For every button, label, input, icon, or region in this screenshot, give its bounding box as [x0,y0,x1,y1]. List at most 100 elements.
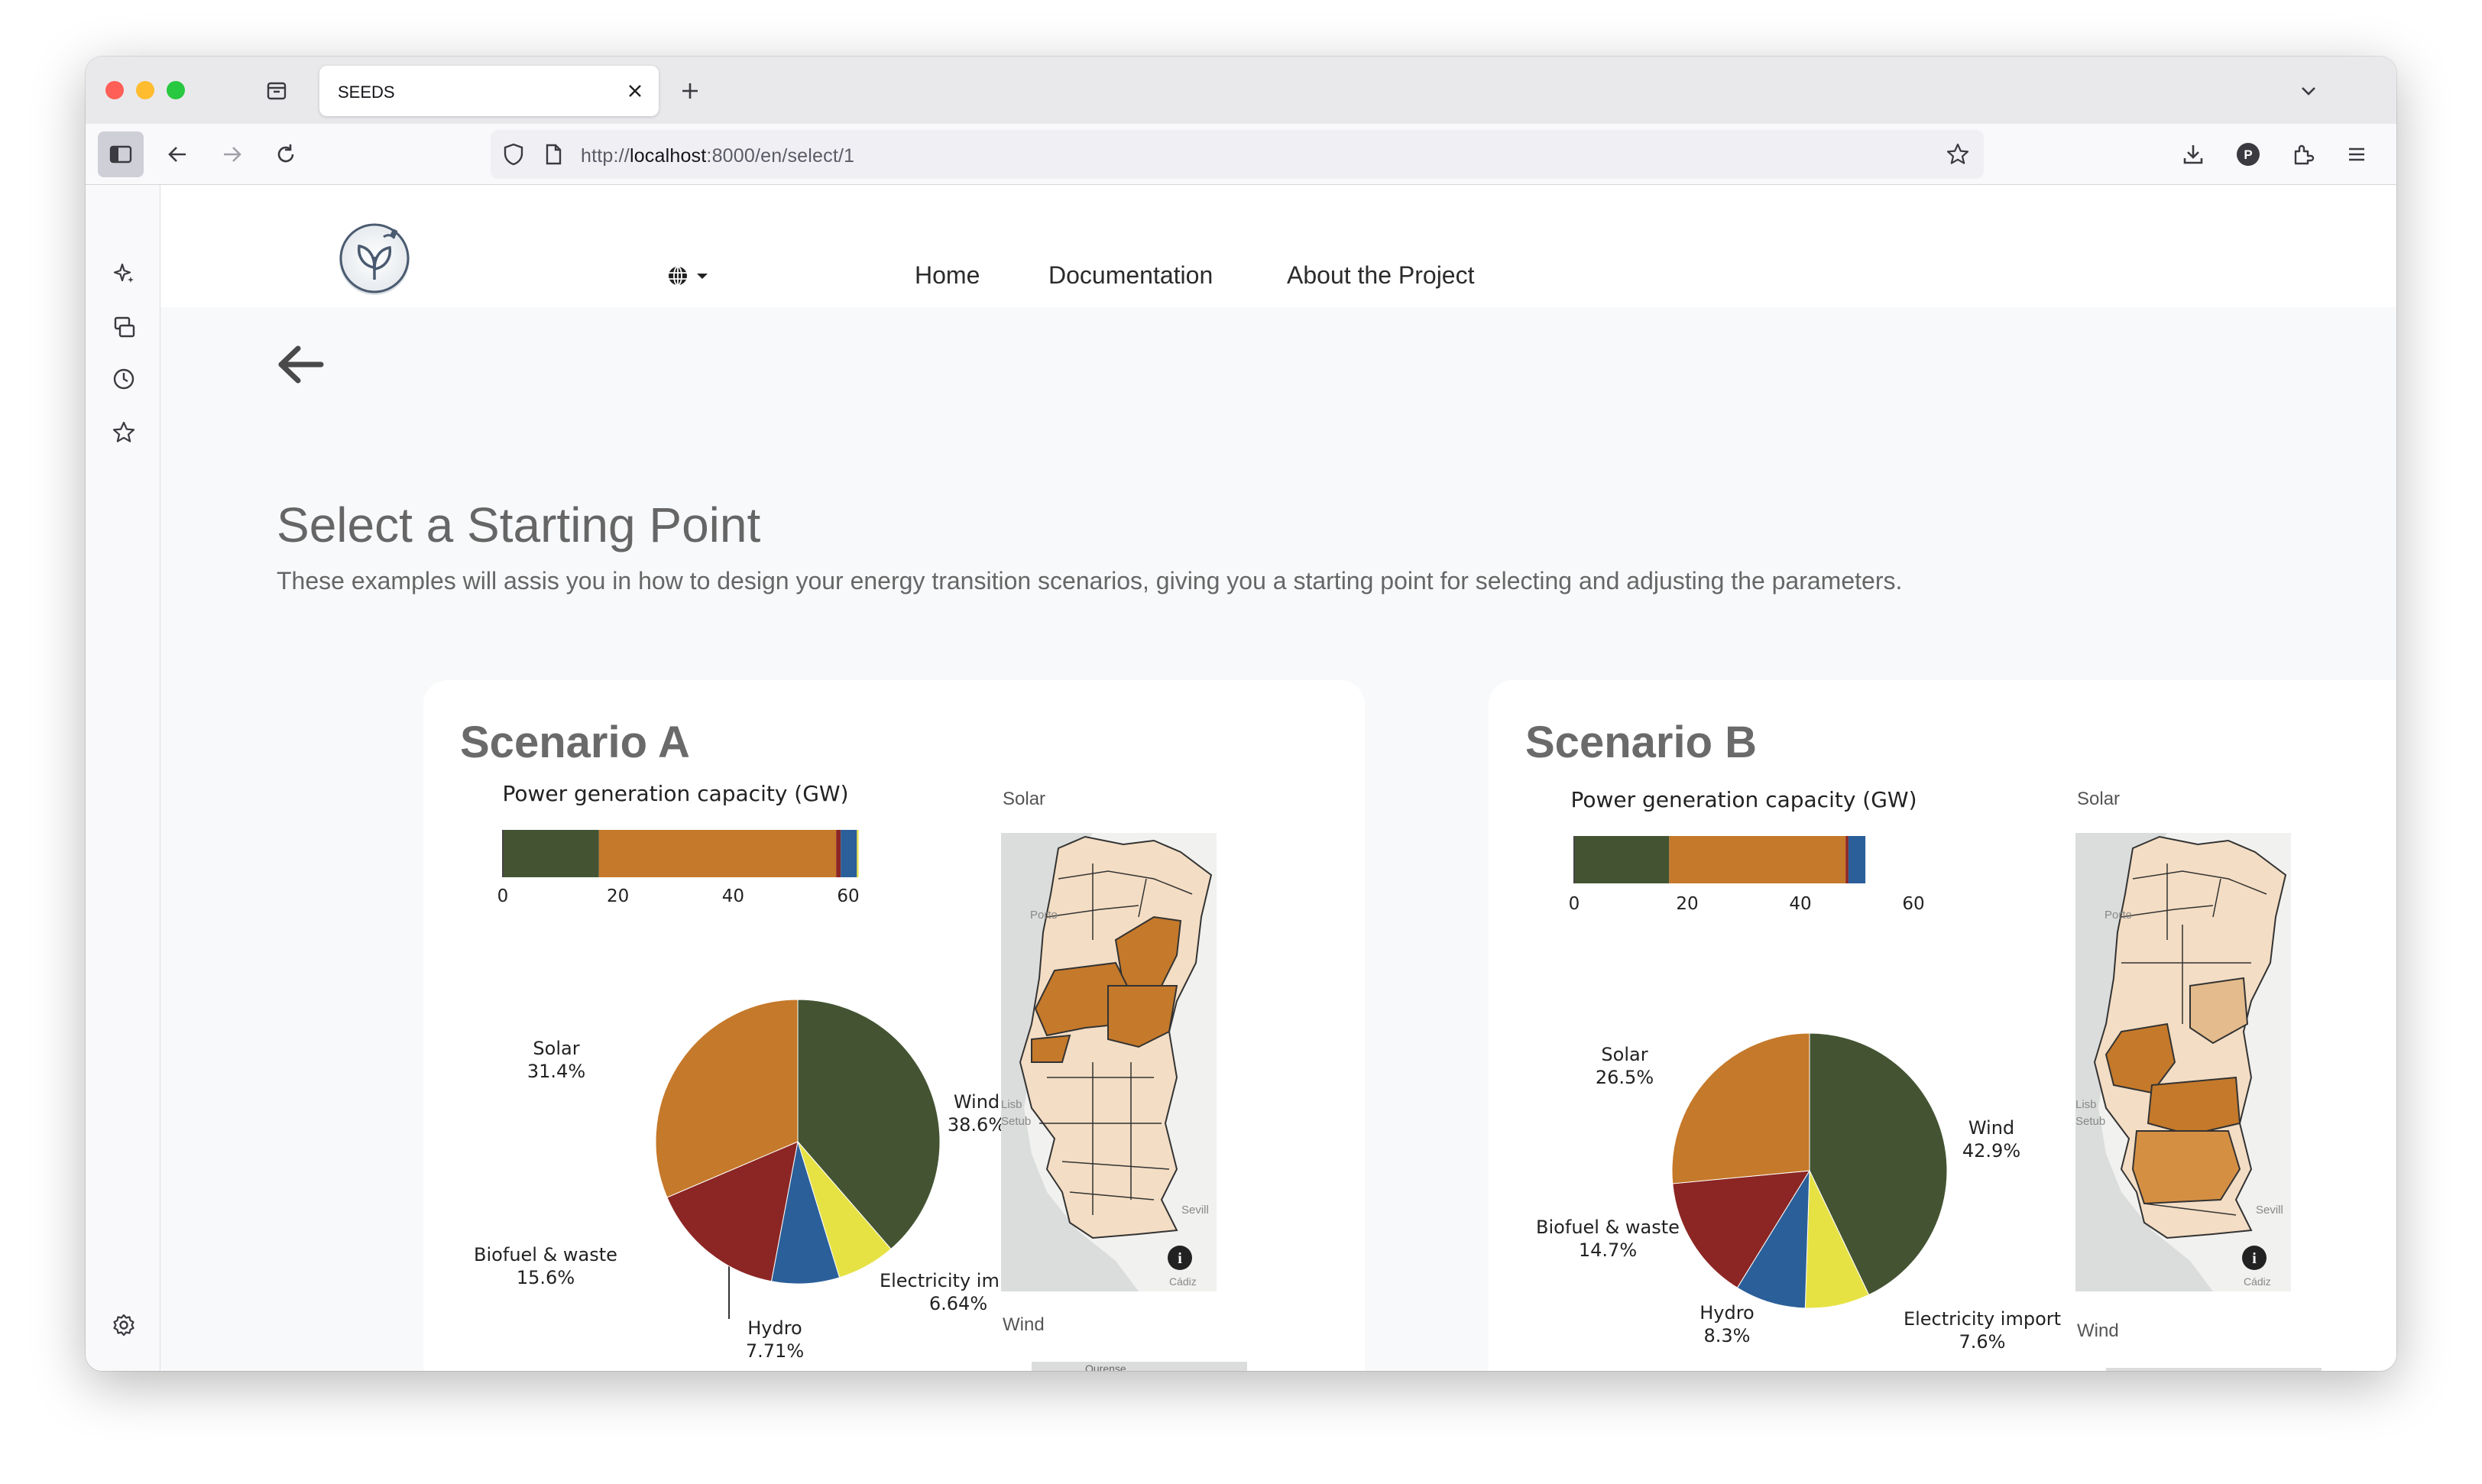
bookmark-star-icon[interactable] [1946,142,1970,167]
ai-sparkle-icon[interactable] [112,261,136,286]
bar-tick-label: 0 [1569,894,1580,914]
map-label-wind: Wind [2077,1320,2119,1341]
wind-map[interactable]: Ourense [1032,1362,1247,1371]
map-label-solar: Solar [2077,789,2121,809]
scenario-card-b[interactable]: Scenario B Power generation capacity (GW… [1489,680,2396,1371]
bar-segment-biofuel-waste [1845,836,1849,883]
tab-title: SEEDS [338,83,395,102]
bar-chart-title: Power generation capacity (GW) [502,781,848,806]
pie-percent-wind: 42.9% [1962,1140,2020,1162]
tab-overview-icon[interactable] [264,78,289,102]
download-icon [2183,145,2203,164]
map-label-solar: Solar [1003,789,1046,809]
active-tab[interactable]: SEEDS [319,66,659,116]
account-button[interactable]: P [2231,138,2265,171]
bar-segment-hydro [841,830,857,877]
map-city-label: Setub [2075,1115,2105,1128]
pie-label-wind: Wind [954,1091,1000,1113]
bookmarks-icon[interactable] [112,420,136,445]
nav-link-documentation[interactable]: Documentation [1048,261,1213,290]
page-subtitle: These examples will assis you in how to … [277,567,1903,595]
pie-label-wind: Wind [1968,1117,2014,1139]
pie-percent-electricity-import: 6.64% [929,1293,987,1314]
map-city-label: Ourense [1085,1362,1126,1371]
pie-percent-biofuel-waste: 14.7% [1579,1239,1637,1261]
pie-label-hydro: Hydro [1699,1302,1755,1324]
pie-label-hydro: Hydro [747,1317,802,1339]
page-icon[interactable] [541,142,565,167]
map-city-label: Lisb [2075,1098,2097,1111]
bar-tick-label: 20 [607,886,629,906]
info-glyph: i [2252,1250,2257,1267]
nav-link-home[interactable]: Home [915,261,980,290]
language-selector[interactable] [666,264,709,287]
profile-icon: P [2237,143,2260,166]
solar-map[interactable]: Porto Lisb Setub Sevill Cádiz i [1001,833,1217,1291]
history-icon[interactable] [112,367,136,391]
nav-link-about[interactable]: About the Project [1287,261,1474,290]
wind-map-svg: Ourense [2106,1368,2322,1371]
bar-segment-hydro [1848,836,1866,883]
wind-map-svg: Ourense [1032,1362,1247,1371]
chevron-down-icon[interactable] [2297,79,2320,102]
map-city-label: Sevill [2256,1204,2283,1217]
tab-strip: SEEDS [86,57,2396,124]
pie-percent-biofuel-waste: 15.6% [517,1267,575,1288]
back-icon [168,147,186,162]
address-bar[interactable]: http://localhost:8000/en/select/1 [491,130,1984,179]
svg-text:P: P [2244,147,2252,162]
globe-icon [669,266,687,286]
pie-label-solar: Solar [1601,1044,1648,1065]
bar-segment-biofuel-waste [836,830,841,877]
bar-segment-wind [503,830,599,877]
back-arrow-icon[interactable] [275,344,326,385]
pie-percent-electricity-import: 7.6% [1959,1331,2006,1353]
url-text[interactable]: http://localhost:8000/en/select/1 [581,145,854,167]
synced-tabs-icon[interactable] [112,315,136,339]
bar-tick-label: 40 [722,886,744,906]
bar-segment-solar [1669,836,1846,883]
bar-segment-solar [598,830,837,877]
minimize-window-button[interactable] [136,81,154,99]
bar-tick-label: 20 [1676,894,1698,914]
reload-button[interactable] [269,138,303,171]
extensions-icon [2294,144,2315,165]
url-scheme: http:// [581,145,630,167]
close-window-button[interactable] [105,81,124,99]
bar-segment-wind [1574,836,1670,883]
close-tab-icon[interactable] [625,81,645,101]
extensions-button[interactable] [2286,138,2320,171]
scenario-b-charts: Power generation capacity (GW) 0 20 40 60 Win… [1536,787,2061,1353]
pie-percent-wind: 38.6% [948,1114,1004,1136]
scenario-a-charts: Power generation capacity (GW) 0 20 40 60 Win… [474,781,1004,1362]
back-button[interactable] [160,138,194,171]
caret-down-icon [697,274,708,279]
app-menu-button[interactable] [2340,138,2373,171]
zoom-window-button[interactable] [167,81,185,99]
bar-tick-label: 40 [1789,894,1811,914]
pie-label-biofuel-waste: Biofuel & waste [1536,1217,1680,1238]
scenario-card-a[interactable]: Scenario A Power generation capacity (GW… [423,680,1365,1371]
map-city-label: Cádiz [1169,1275,1197,1288]
bar-segment-electricity-import [857,830,859,877]
seeds-logo[interactable] [335,219,414,298]
map-city-label: Ourense [2160,1369,2201,1371]
bar-tick-label: 60 [1902,894,1924,914]
map-city-label: Setub [1001,1115,1031,1128]
pie-percent-hydro: 8.3% [1704,1325,1751,1346]
map-label-wind: Wind [1003,1314,1045,1335]
map-city-label: Sevill [1181,1204,1209,1217]
reload-icon [277,144,294,163]
solar-map[interactable]: Porto Lisb Setub Sevill Cádiz i [2075,833,2291,1291]
settings-icon[interactable] [112,1313,136,1337]
pie-percent-solar: 26.5% [1596,1067,1654,1088]
forward-button[interactable] [215,138,249,171]
shield-icon[interactable] [501,142,526,167]
page-content: Home Documentation About the Project Sel… [160,185,2396,1371]
wind-map[interactable]: Ourense [2106,1368,2322,1371]
new-tab-icon[interactable] [679,79,702,102]
page-title: Select a Starting Point [277,497,761,552]
bar-tick-label: 60 [837,886,859,906]
sidebar-toggle-button[interactable] [98,131,144,177]
downloads-button[interactable] [2176,138,2210,171]
